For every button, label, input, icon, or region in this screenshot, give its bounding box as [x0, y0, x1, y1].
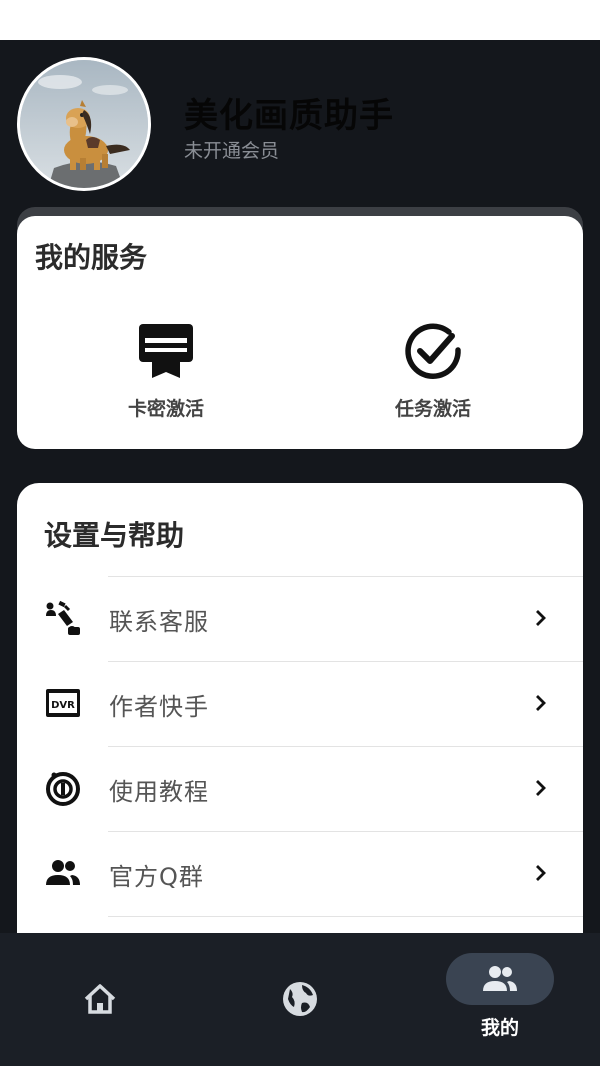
- menu-item-contact-support[interactable]: 联系客服: [17, 576, 583, 661]
- menu-item-author-kuaishou[interactable]: DVR 作者快手: [17, 661, 583, 746]
- contact-phone-icon: [46, 600, 80, 635]
- globe-icon: [283, 982, 317, 1016]
- divider: [108, 746, 583, 747]
- group-icon: [46, 860, 80, 885]
- bottom-navigation: 我的: [0, 933, 600, 1066]
- services-card: 我的服务 卡密激活 任务激活: [17, 216, 583, 449]
- menu-item-partial: [17, 916, 583, 933]
- profile-screen: 美化画质助手 未开通会员 我的服务 卡密激活 任务激活 设置与帮助 联系客服 D…: [0, 40, 600, 933]
- divider: [108, 576, 583, 577]
- menu-item-label: 官方Q群: [109, 863, 204, 891]
- nav-home[interactable]: [80, 979, 120, 1019]
- nav-discover[interactable]: [280, 979, 320, 1019]
- check-circle-icon: [405, 323, 461, 379]
- people-icon: [483, 966, 517, 991]
- menu-item-label: 联系客服: [109, 608, 209, 636]
- home-icon: [84, 984, 116, 1014]
- svg-text:DVR: DVR: [51, 700, 75, 711]
- menu-item-label: 使用教程: [109, 778, 209, 806]
- nav-mine-label: 我的: [480, 1017, 519, 1039]
- settings-card: 设置与帮助 联系客服 DVR 作者快手 使用教程 官方Q群: [17, 483, 583, 933]
- divider: [108, 661, 583, 662]
- menu-item-label: 作者快手: [109, 693, 209, 721]
- task-activation-button[interactable]: 任务激活: [333, 320, 533, 421]
- menu-item-official-qq-group[interactable]: 官方Q群: [17, 831, 583, 916]
- divider: [108, 831, 583, 832]
- chevron-right-icon: [536, 610, 546, 626]
- divider: [108, 916, 583, 917]
- menu-item-tutorial[interactable]: 使用教程: [17, 746, 583, 831]
- avatar[interactable]: [17, 57, 151, 191]
- card-ribbon-icon: [139, 324, 193, 378]
- settings-title: 设置与帮助: [44, 519, 185, 552]
- status-bar: [0, 0, 600, 40]
- chevron-right-icon: [536, 865, 546, 881]
- chevron-right-icon: [536, 695, 546, 711]
- services-title: 我的服务: [35, 241, 148, 274]
- dvr-icon: DVR: [46, 689, 80, 717]
- tutorial-icon: [46, 772, 80, 806]
- membership-status: 未开通会员: [184, 140, 280, 162]
- app-title: 美化画质助手: [184, 96, 394, 136]
- task-activation-label: 任务激活: [394, 398, 471, 420]
- nav-mine[interactable]: [446, 953, 554, 1005]
- card-activation-button[interactable]: 卡密激活: [66, 320, 266, 421]
- avatar-horse-image: [20, 60, 148, 188]
- card-activation-label: 卡密激活: [127, 398, 204, 420]
- chevron-right-icon: [536, 780, 546, 796]
